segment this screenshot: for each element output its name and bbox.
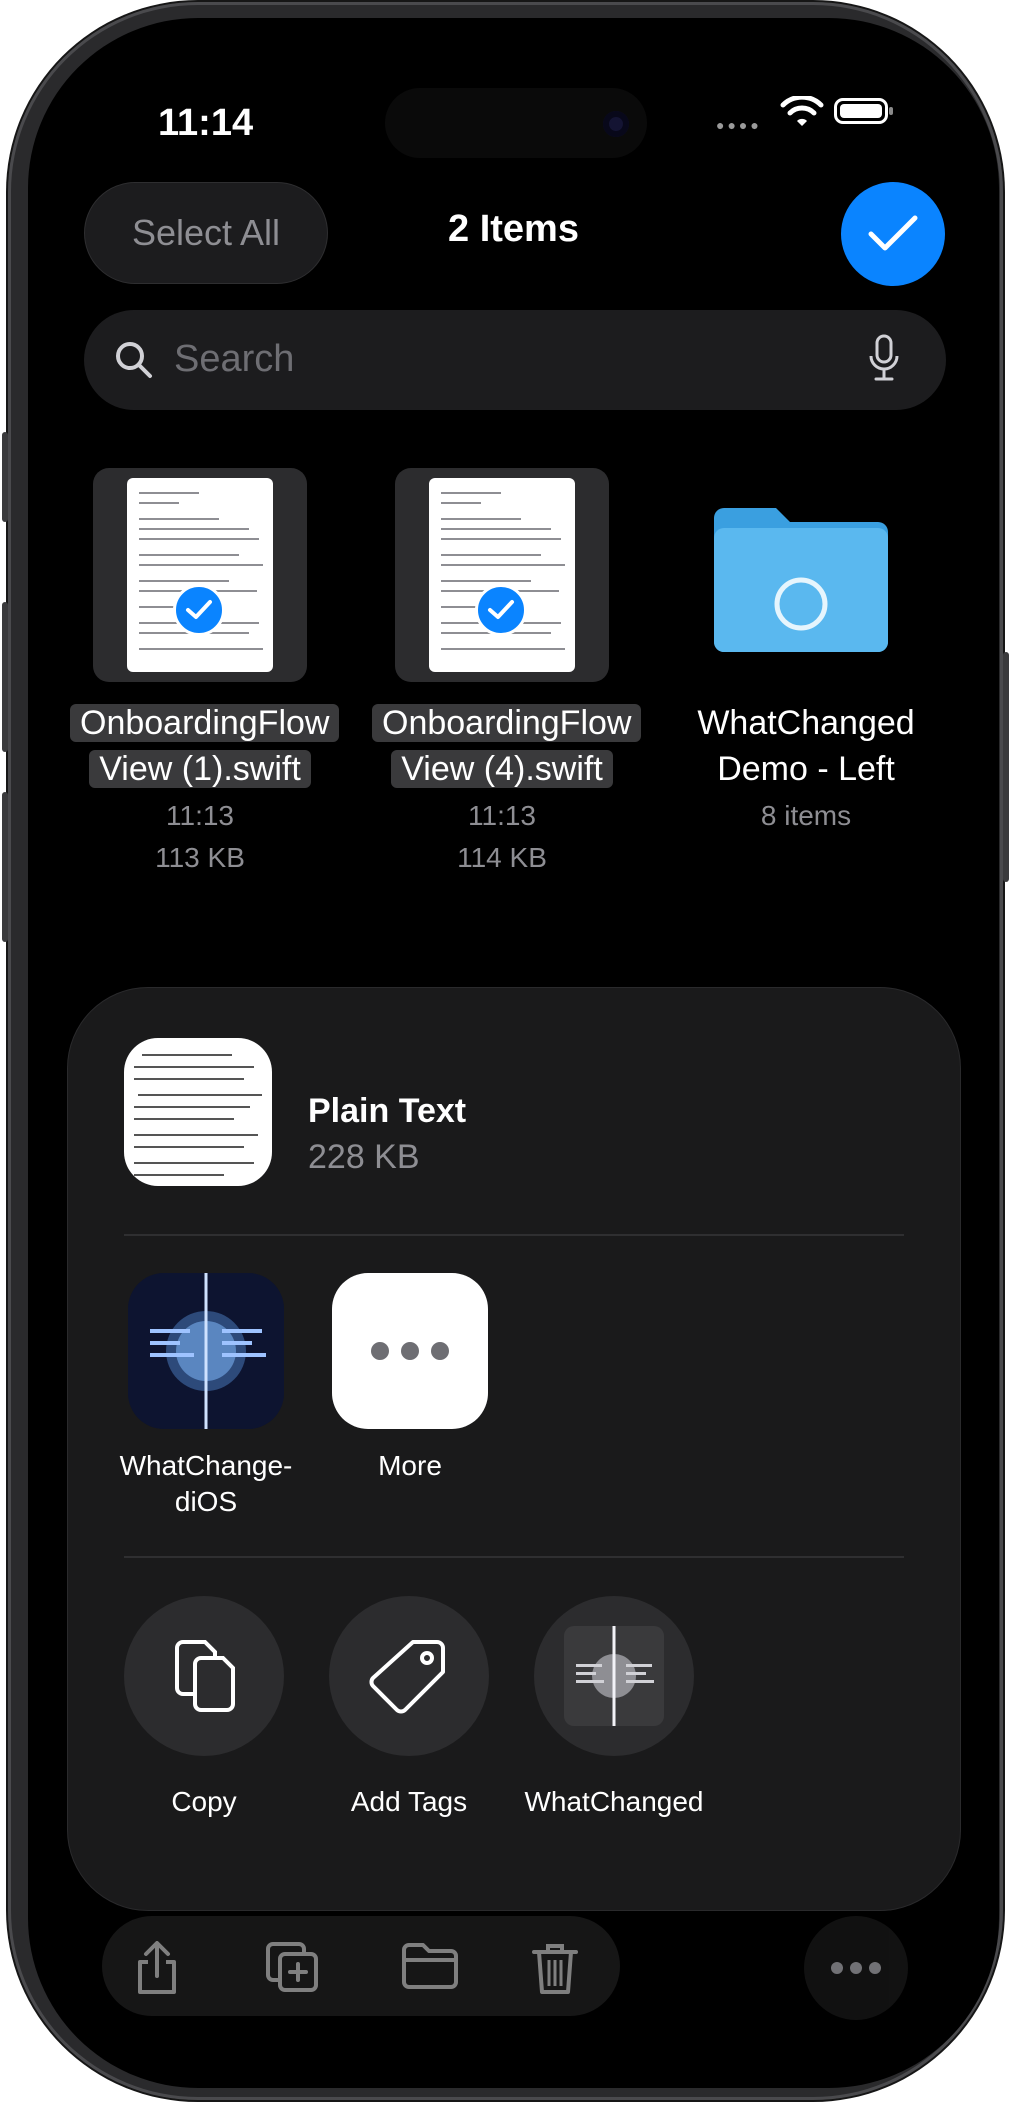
file-item[interactable]: OnboardingFlow View (1).swift 11:13 113 … — [70, 468, 340, 888]
checkmark-icon — [868, 215, 918, 251]
volume-down-button — [2, 792, 8, 942]
app-label-more: More — [378, 1450, 442, 1481]
share-file-size: 228 KB — [308, 1138, 420, 1176]
action-button — [2, 432, 8, 522]
copy-button[interactable] — [124, 1596, 284, 1756]
power-button — [1003, 652, 1009, 882]
divider — [124, 1556, 904, 1558]
camera-icon — [603, 111, 629, 137]
more-options-button[interactable] — [804, 1916, 908, 2020]
selected-checkmark-icon — [475, 584, 527, 636]
share-file-type: Plain Text — [308, 1092, 467, 1130]
app-label-whatchanged-line2: diOS — [174, 1486, 238, 1517]
file-time: 11:13 — [166, 800, 234, 831]
status-time: 11:14 — [158, 102, 254, 144]
ellipsis-icon — [831, 1962, 881, 1974]
folder-item[interactable]: WhatChanged Demo - Left 8 items — [676, 468, 936, 848]
page-title: 2 Items — [448, 208, 579, 250]
file-thumbnail — [395, 468, 609, 682]
signal-dots-icon: ●●●● — [716, 117, 762, 133]
folder-icon — [714, 508, 888, 652]
file-name-line1: OnboardingFlow — [70, 704, 340, 742]
file-name-line2: View (4).swift — [391, 750, 613, 788]
search-bar[interactable]: Search — [84, 310, 946, 410]
copy-icon — [175, 1640, 235, 1712]
battery-icon — [834, 98, 893, 124]
app-label-whatchanged-line1: WhatChange- — [119, 1450, 293, 1481]
select-all-button[interactable]: Select All — [84, 182, 328, 284]
volume-up-button — [2, 602, 8, 752]
search-icon — [116, 342, 152, 378]
folder-icon[interactable] — [400, 1940, 460, 1990]
more-icon — [371, 1342, 449, 1360]
file-size: 113 KB — [155, 842, 245, 873]
add-tags-button[interactable] — [329, 1596, 489, 1756]
microphone-icon[interactable] — [868, 334, 900, 384]
action-label-add-tags: Add Tags — [350, 1786, 468, 1817]
document-preview — [429, 478, 575, 672]
action-label-copy: Copy — [171, 1786, 237, 1817]
tag-icon — [369, 1640, 445, 1714]
screen: 11:14 ●●●● Select All 2 Items Search Onb… — [28, 18, 999, 2088]
done-button[interactable] — [841, 182, 945, 286]
duplicate-icon[interactable] — [264, 1940, 320, 1994]
whatchanged-action-icon — [564, 1626, 664, 1726]
selected-checkmark-icon — [173, 584, 225, 636]
file-thumbnail — [93, 468, 307, 682]
folder-item-count: 8 items — [760, 800, 852, 831]
folder-name-line1: WhatChanged — [697, 704, 915, 742]
dynamic-island — [385, 88, 647, 158]
search-input[interactable]: Search — [174, 338, 294, 381]
share-sheet: Plain Text 228 KB WhatChange- diOS More … — [68, 988, 960, 1910]
share-file-thumbnail — [124, 1038, 272, 1186]
file-item[interactable]: OnboardingFlow View (4).swift 11:13 114 … — [372, 468, 642, 888]
whatchanged-action-button[interactable] — [534, 1596, 694, 1756]
folder-name-line2: Demo - Left — [717, 750, 895, 788]
wifi-icon — [780, 96, 824, 126]
more-apps-button[interactable] — [332, 1273, 488, 1429]
phone-frame: 11:14 ●●●● Select All 2 Items Search Onb… — [2, 2, 1009, 2100]
file-name-line2: View (1).swift — [89, 750, 311, 788]
bottom-toolbar — [102, 1916, 620, 2016]
file-time: 11:13 — [468, 800, 536, 831]
whatchanged-app-icon[interactable] — [128, 1273, 284, 1429]
file-name-line1: OnboardingFlow — [372, 704, 642, 742]
file-size: 114 KB — [457, 842, 547, 873]
action-label-whatchanged: WhatChanged — [524, 1786, 704, 1817]
divider — [124, 1234, 904, 1236]
share-icon[interactable] — [134, 1940, 180, 1996]
trash-icon[interactable] — [530, 1940, 580, 1996]
document-preview — [127, 478, 273, 672]
